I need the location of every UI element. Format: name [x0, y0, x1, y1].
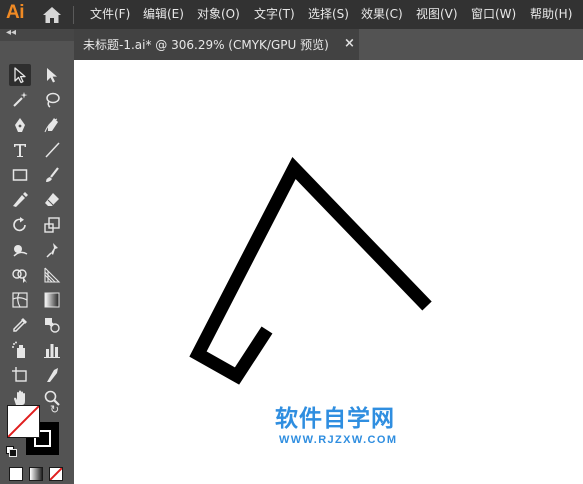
- none-mode-button[interactable]: [49, 467, 63, 481]
- menu-window[interactable]: 窗口(W): [471, 7, 516, 21]
- color-mode-button[interactable]: [9, 467, 23, 481]
- tab-bar: 未标题-1.ai* @ 306.29% (CMYK/GPU 预览) ×: [74, 29, 583, 60]
- curvature-tool-icon[interactable]: [41, 114, 63, 136]
- direct-selection-tool-icon[interactable]: [41, 64, 63, 86]
- blend-tool-icon[interactable]: [41, 314, 63, 336]
- puppet-warp-tool-icon[interactable]: [41, 239, 63, 261]
- line-segment-tool-icon[interactable]: [41, 139, 63, 161]
- column-graph-tool-icon[interactable]: [41, 339, 63, 361]
- gradient-tool-icon[interactable]: [41, 289, 63, 311]
- menu-separator: [73, 6, 74, 24]
- fill-swatch[interactable]: [7, 405, 40, 438]
- menu-bar: Ai 文件(F) 编辑(E) 对象(O) 文字(T) 选择(S) 效果(C) 视…: [0, 0, 583, 29]
- default-colors-icon[interactable]: [6, 446, 17, 457]
- document-tab-title: 未标题-1.ai* @ 306.29% (CMYK/GPU 预览): [83, 38, 329, 52]
- magic-wand-tool-icon[interactable]: [9, 89, 31, 111]
- slice-tool-icon[interactable]: [41, 364, 63, 386]
- rotate-tool-icon[interactable]: [9, 214, 31, 236]
- eraser-tool-icon[interactable]: [41, 189, 63, 211]
- swap-fill-stroke-icon[interactable]: ↻: [50, 403, 59, 416]
- menu-type[interactable]: 文字(T): [254, 7, 295, 21]
- rectangle-tool-icon[interactable]: [9, 164, 31, 186]
- shaper-tool-icon[interactable]: [9, 189, 31, 211]
- home-icon[interactable]: [42, 6, 62, 24]
- menu-effect[interactable]: 效果(C): [361, 7, 403, 21]
- scale-tool-icon[interactable]: [41, 214, 63, 236]
- eyedropper-tool-icon[interactable]: [9, 314, 31, 336]
- menu-view[interactable]: 视图(V): [416, 7, 458, 21]
- document-tab[interactable]: 未标题-1.ai* @ 306.29% (CMYK/GPU 预览) ×: [74, 29, 359, 60]
- menu-help[interactable]: 帮助(H): [530, 7, 572, 21]
- mesh-tool-icon[interactable]: [9, 289, 31, 311]
- tools-panel: ◂◂ ↻: [0, 27, 74, 484]
- menu-file[interactable]: 文件(F): [90, 7, 130, 21]
- artboard-tool-icon[interactable]: [9, 364, 31, 386]
- paintbrush-tool-icon[interactable]: [41, 164, 63, 186]
- watermark-url: WWW.RJZXW.COM: [279, 434, 398, 446]
- collapse-panel-icon[interactable]: ◂◂: [6, 27, 16, 38]
- app-logo: Ai: [6, 2, 25, 23]
- selection-tool-icon[interactable]: [9, 64, 31, 86]
- warp-tool-icon[interactable]: [9, 239, 31, 261]
- gradient-mode-button[interactable]: [29, 467, 43, 481]
- watermark-text: 软件自学网: [275, 406, 395, 432]
- type-tool-icon[interactable]: [9, 139, 31, 161]
- symbol-sprayer-tool-icon[interactable]: [9, 339, 31, 361]
- menu-object[interactable]: 对象(O): [197, 7, 240, 21]
- menu-edit[interactable]: 编辑(E): [143, 7, 184, 21]
- pen-tool-icon[interactable]: [9, 114, 31, 136]
- shape-builder-tool-icon[interactable]: [9, 264, 31, 286]
- close-tab-icon[interactable]: ×: [344, 37, 355, 51]
- lasso-tool-icon[interactable]: [41, 89, 63, 111]
- perspective-grid-tool-icon[interactable]: [41, 264, 63, 286]
- menu-select[interactable]: 选择(S): [308, 7, 349, 21]
- panel-header: ◂◂: [0, 27, 74, 41]
- artboard-canvas[interactable]: 软件自学网 WWW.RJZXW.COM: [74, 60, 583, 484]
